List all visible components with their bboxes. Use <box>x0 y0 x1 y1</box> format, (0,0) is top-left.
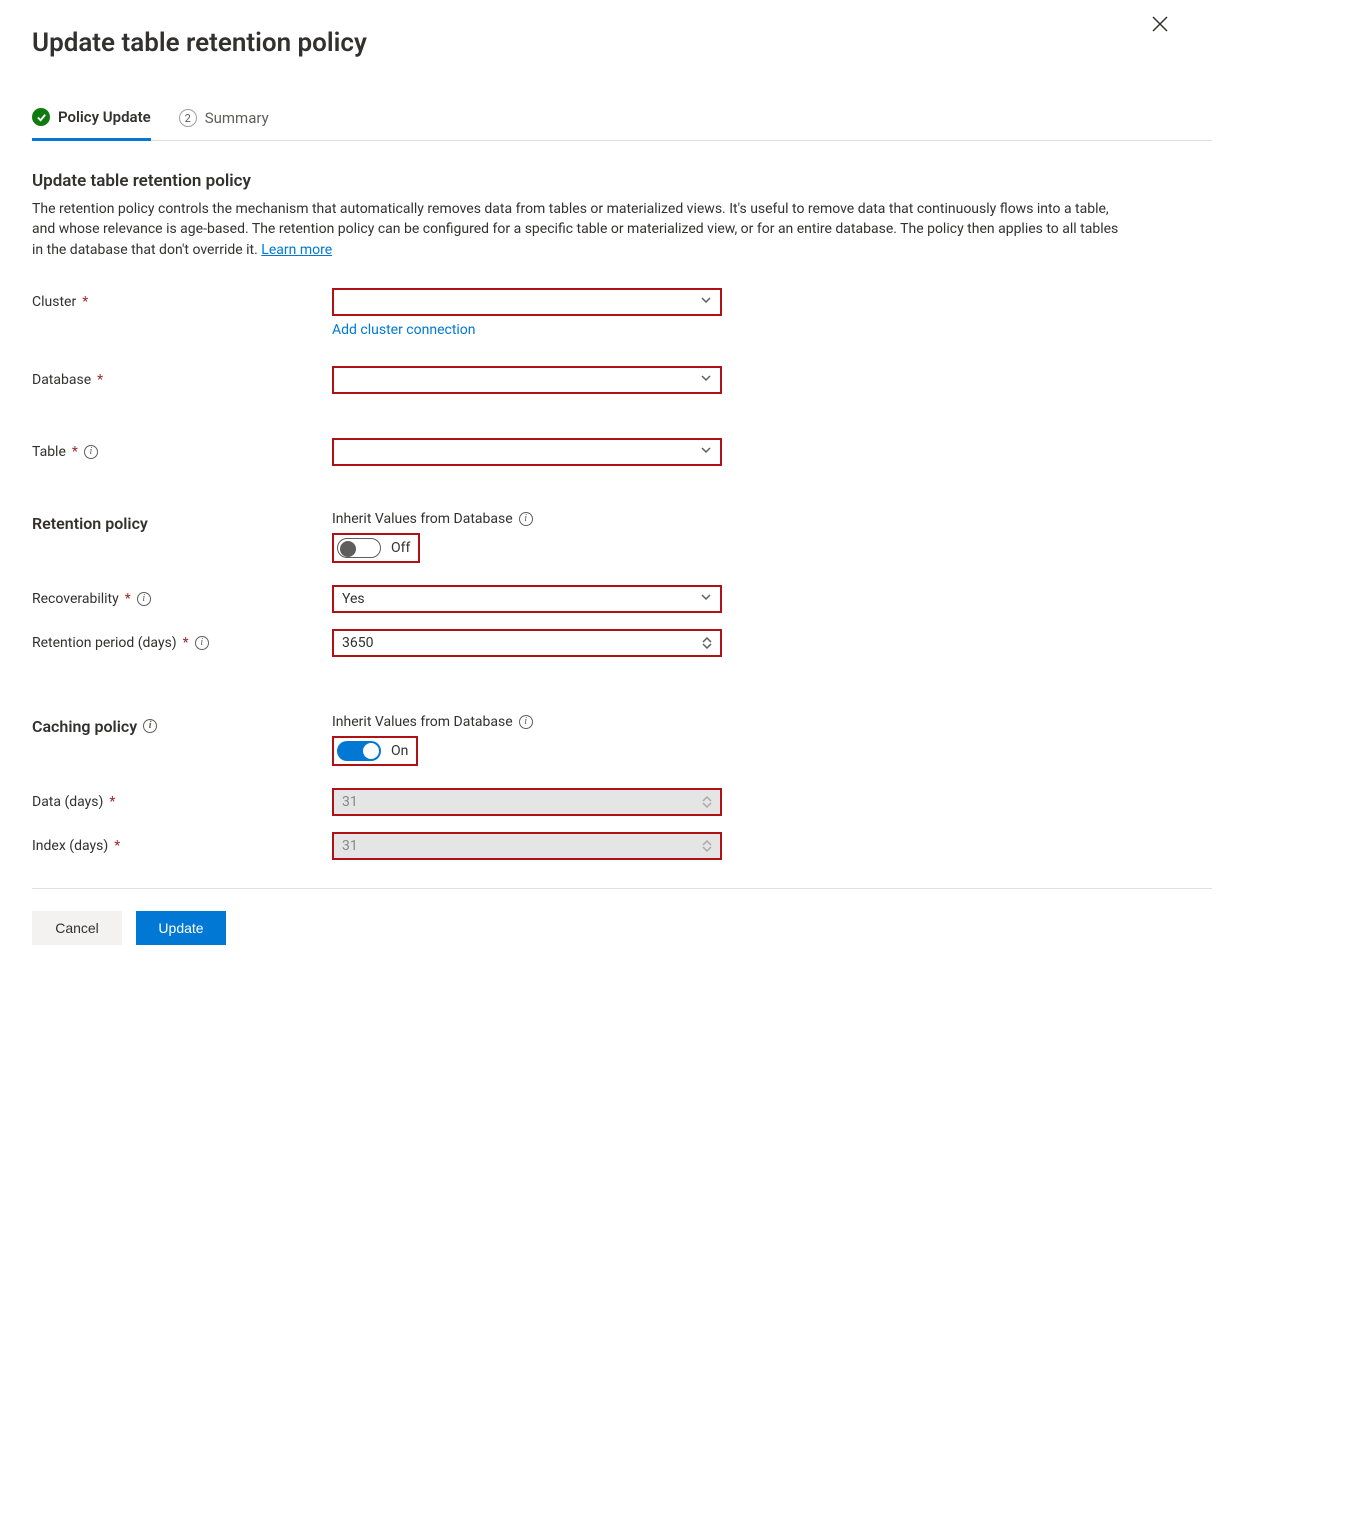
table-dropdown[interactable] <box>332 438 722 466</box>
toggle-off-icon <box>337 538 381 558</box>
toggle-state: On <box>391 743 408 759</box>
toggle-state: Off <box>391 540 410 556</box>
section-description: The retention policy controls the mechan… <box>32 199 1132 260</box>
data-days-input: 31 <box>332 788 722 816</box>
info-icon[interactable]: i <box>195 636 209 650</box>
step-label: Summary <box>205 109 269 127</box>
close-icon[interactable] <box>1150 14 1170 38</box>
index-days-label: Index (days) <box>32 838 108 854</box>
info-icon[interactable]: i <box>84 445 98 459</box>
step-policy-update[interactable]: Policy Update <box>32 108 151 141</box>
info-icon[interactable]: i <box>519 715 533 729</box>
required-marker: * <box>183 635 189 651</box>
required-marker: * <box>97 372 103 388</box>
info-icon[interactable]: i <box>143 719 157 733</box>
step-summary[interactable]: 2 Summary <box>179 108 269 140</box>
step-nav: Policy Update 2 Summary <box>32 108 1212 141</box>
required-marker: * <box>125 591 131 607</box>
database-dropdown[interactable] <box>332 366 722 394</box>
cancel-button[interactable]: Cancel <box>32 911 122 945</box>
chevron-down-icon <box>700 444 712 460</box>
update-button[interactable]: Update <box>136 911 226 945</box>
retention-period-input[interactable]: 3650 <box>332 629 722 657</box>
caching-inherit-toggle[interactable]: On <box>332 736 418 766</box>
cluster-label: Cluster <box>32 294 76 310</box>
check-icon <box>32 108 50 126</box>
chevron-down-icon <box>700 372 712 388</box>
page-title: Update table retention policy <box>32 28 1338 58</box>
caret-down-icon <box>702 802 712 808</box>
learn-more-link[interactable]: Learn more <box>261 242 332 258</box>
database-label: Database <box>32 372 91 388</box>
recoverability-dropdown[interactable]: Yes <box>332 585 722 613</box>
recoverability-label: Recoverability <box>32 591 119 607</box>
info-icon[interactable]: i <box>137 592 151 606</box>
caret-down-icon[interactable] <box>702 643 712 649</box>
add-cluster-link[interactable]: Add cluster connection <box>332 322 476 338</box>
chevron-down-icon <box>700 294 712 310</box>
index-days-input: 31 <box>332 832 722 860</box>
data-days-value: 31 <box>342 794 358 810</box>
inherit-label: Inherit Values from Database <box>332 714 513 730</box>
recoverability-value: Yes <box>342 591 365 607</box>
required-marker: * <box>114 838 120 854</box>
index-days-value: 31 <box>342 838 358 854</box>
cluster-dropdown[interactable] <box>332 288 722 316</box>
data-days-label: Data (days) <box>32 794 103 810</box>
toggle-on-icon <box>337 741 381 761</box>
retention-period-value: 3650 <box>342 635 373 651</box>
chevron-down-icon <box>700 591 712 607</box>
retention-period-label: Retention period (days) <box>32 635 177 651</box>
retention-inherit-toggle[interactable]: Off <box>332 533 420 563</box>
required-marker: * <box>72 444 78 460</box>
section-heading: Update table retention policy <box>32 171 1212 191</box>
table-label: Table <box>32 444 66 460</box>
inherit-label: Inherit Values from Database <box>332 511 513 527</box>
step-label: Policy Update <box>58 108 151 126</box>
caret-down-icon <box>702 846 712 852</box>
info-icon[interactable]: i <box>519 512 533 526</box>
step-number-icon: 2 <box>179 109 197 127</box>
required-marker: * <box>82 294 88 310</box>
required-marker: * <box>109 794 115 810</box>
